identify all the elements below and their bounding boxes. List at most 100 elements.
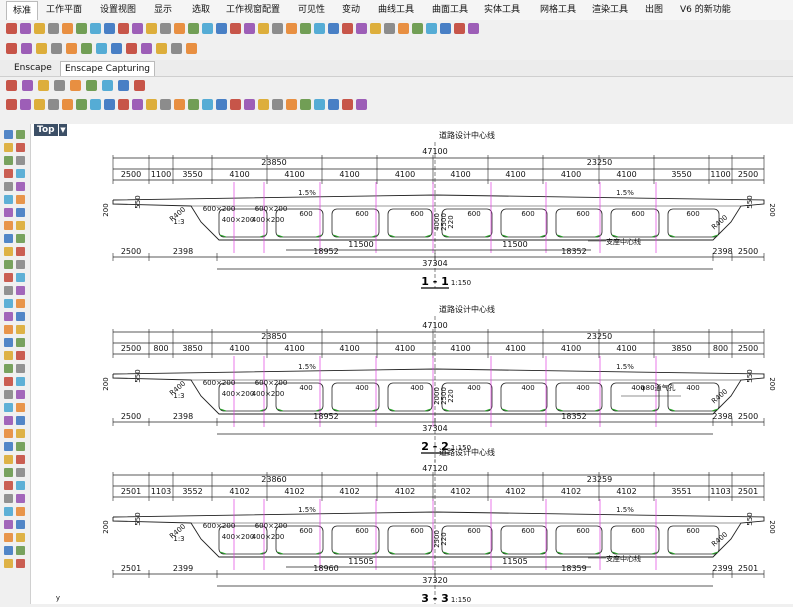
tool-icon[interactable] [4,364,13,373]
tool-icon[interactable] [4,156,13,165]
open-icon[interactable] [20,99,31,110]
rotate-icon[interactable] [132,23,143,34]
tool-icon[interactable] [4,195,13,204]
tool-icon[interactable] [4,351,13,360]
tab-enscape-capturing[interactable]: Enscape Capturing [60,61,156,76]
paste-icon[interactable] [90,99,101,110]
tool-icon[interactable] [4,442,13,451]
save-icon[interactable] [34,99,45,110]
pan-icon[interactable] [126,43,137,54]
zoom-window-icon[interactable] [426,23,437,34]
save-icon[interactable] [300,23,311,34]
tool-icon[interactable] [16,299,25,308]
print-icon[interactable] [51,43,62,54]
tool-icon[interactable] [4,273,13,282]
menu-item-9[interactable]: 曲面工具 [432,3,468,17]
copy-icon[interactable] [86,80,97,91]
undo-icon[interactable] [370,23,381,34]
copy-icon[interactable] [342,99,353,110]
new-file-icon[interactable] [6,43,17,54]
undo-icon[interactable] [118,80,129,91]
menu-item-1[interactable]: 工作平面 [46,3,82,17]
viewport-top[interactable]: 道路设计中心线 47100 23850 23250 2500 1100 3550 4100 41… [31,124,793,606]
open-icon[interactable] [286,23,297,34]
copy-icon[interactable] [342,23,353,34]
tool-icon[interactable] [16,234,25,243]
tool-icon[interactable] [4,416,13,425]
pan-icon[interactable] [134,80,145,91]
new-file-icon[interactable] [6,23,17,34]
tool-icon[interactable] [16,260,25,269]
menu-item-0[interactable]: 标准 [6,1,39,20]
menu-item-6[interactable]: 可见性 [298,3,325,17]
undo-icon[interactable] [111,43,122,54]
zoom-icon[interactable] [412,23,423,34]
osnap-icon[interactable] [202,23,213,34]
menu-item-11[interactable]: 网格工具 [540,3,576,17]
sphere-icon[interactable] [230,99,241,110]
tool-icon[interactable] [4,299,13,308]
tool-icon[interactable] [16,351,25,360]
paste-icon[interactable] [90,23,101,34]
open-icon[interactable] [286,99,297,110]
tool-icon[interactable] [16,442,25,451]
zoom-icon[interactable] [146,99,157,110]
tool-icon[interactable] [4,403,13,412]
tool-icon[interactable] [16,559,25,568]
tool-icon[interactable] [4,455,13,464]
tool-icon[interactable] [16,429,25,438]
sphere-icon[interactable] [230,23,241,34]
undo-icon[interactable] [104,23,115,34]
tool-icon[interactable] [16,377,25,386]
cut-icon[interactable] [66,43,77,54]
cut-icon[interactable] [328,99,339,110]
tool-icon[interactable] [4,338,13,347]
new-file-icon[interactable] [6,80,17,91]
tool-icon[interactable] [4,390,13,399]
tool-icon[interactable] [16,208,25,217]
new-file-icon[interactable] [272,23,283,34]
tool-icon[interactable] [16,494,25,503]
cut-icon[interactable] [328,23,339,34]
tool-icon[interactable] [4,221,13,230]
render-icon[interactable] [216,99,227,110]
save-icon[interactable] [300,99,311,110]
tool-icon[interactable] [4,130,13,139]
cut-icon[interactable] [62,23,73,34]
cut-icon[interactable] [62,99,73,110]
tool-icon[interactable] [16,390,25,399]
undo-icon[interactable] [104,99,115,110]
menu-item-12[interactable]: 渲染工具 [592,3,628,17]
menu-item-2[interactable]: 设置视图 [100,3,136,17]
menu-item-13[interactable]: 出图 [645,3,663,17]
tool-icon[interactable] [4,520,13,529]
pan-icon[interactable] [118,99,129,110]
tool-icon[interactable] [16,130,25,139]
tool-icon[interactable] [16,286,25,295]
grid-icon[interactable] [188,23,199,34]
zoom-window-icon[interactable] [171,43,182,54]
tool-icon[interactable] [4,247,13,256]
tool-icon[interactable] [4,481,13,490]
tool-icon[interactable] [16,403,25,412]
tool-icon[interactable] [4,507,13,516]
paste-icon[interactable] [96,43,107,54]
open-icon[interactable] [22,80,33,91]
tool-icon[interactable] [16,533,25,542]
pan-icon[interactable] [384,23,395,34]
tool-icon[interactable] [16,143,25,152]
render-icon[interactable] [216,23,227,34]
save-icon[interactable] [36,43,47,54]
tool-icon[interactable] [16,338,25,347]
zoom-extents-icon[interactable] [174,99,185,110]
new-file-icon[interactable] [6,99,17,110]
tool-icon[interactable] [16,221,25,230]
tool-icon[interactable] [16,520,25,529]
pan-icon[interactable] [118,23,129,34]
tool-icon[interactable] [16,455,25,464]
tool-icon[interactable] [4,169,13,178]
menu-item-3[interactable]: 显示 [154,3,172,17]
tool-icon[interactable] [4,208,13,217]
menu-item-7[interactable]: 变动 [342,3,360,17]
viewport-label[interactable]: Top [34,124,58,136]
